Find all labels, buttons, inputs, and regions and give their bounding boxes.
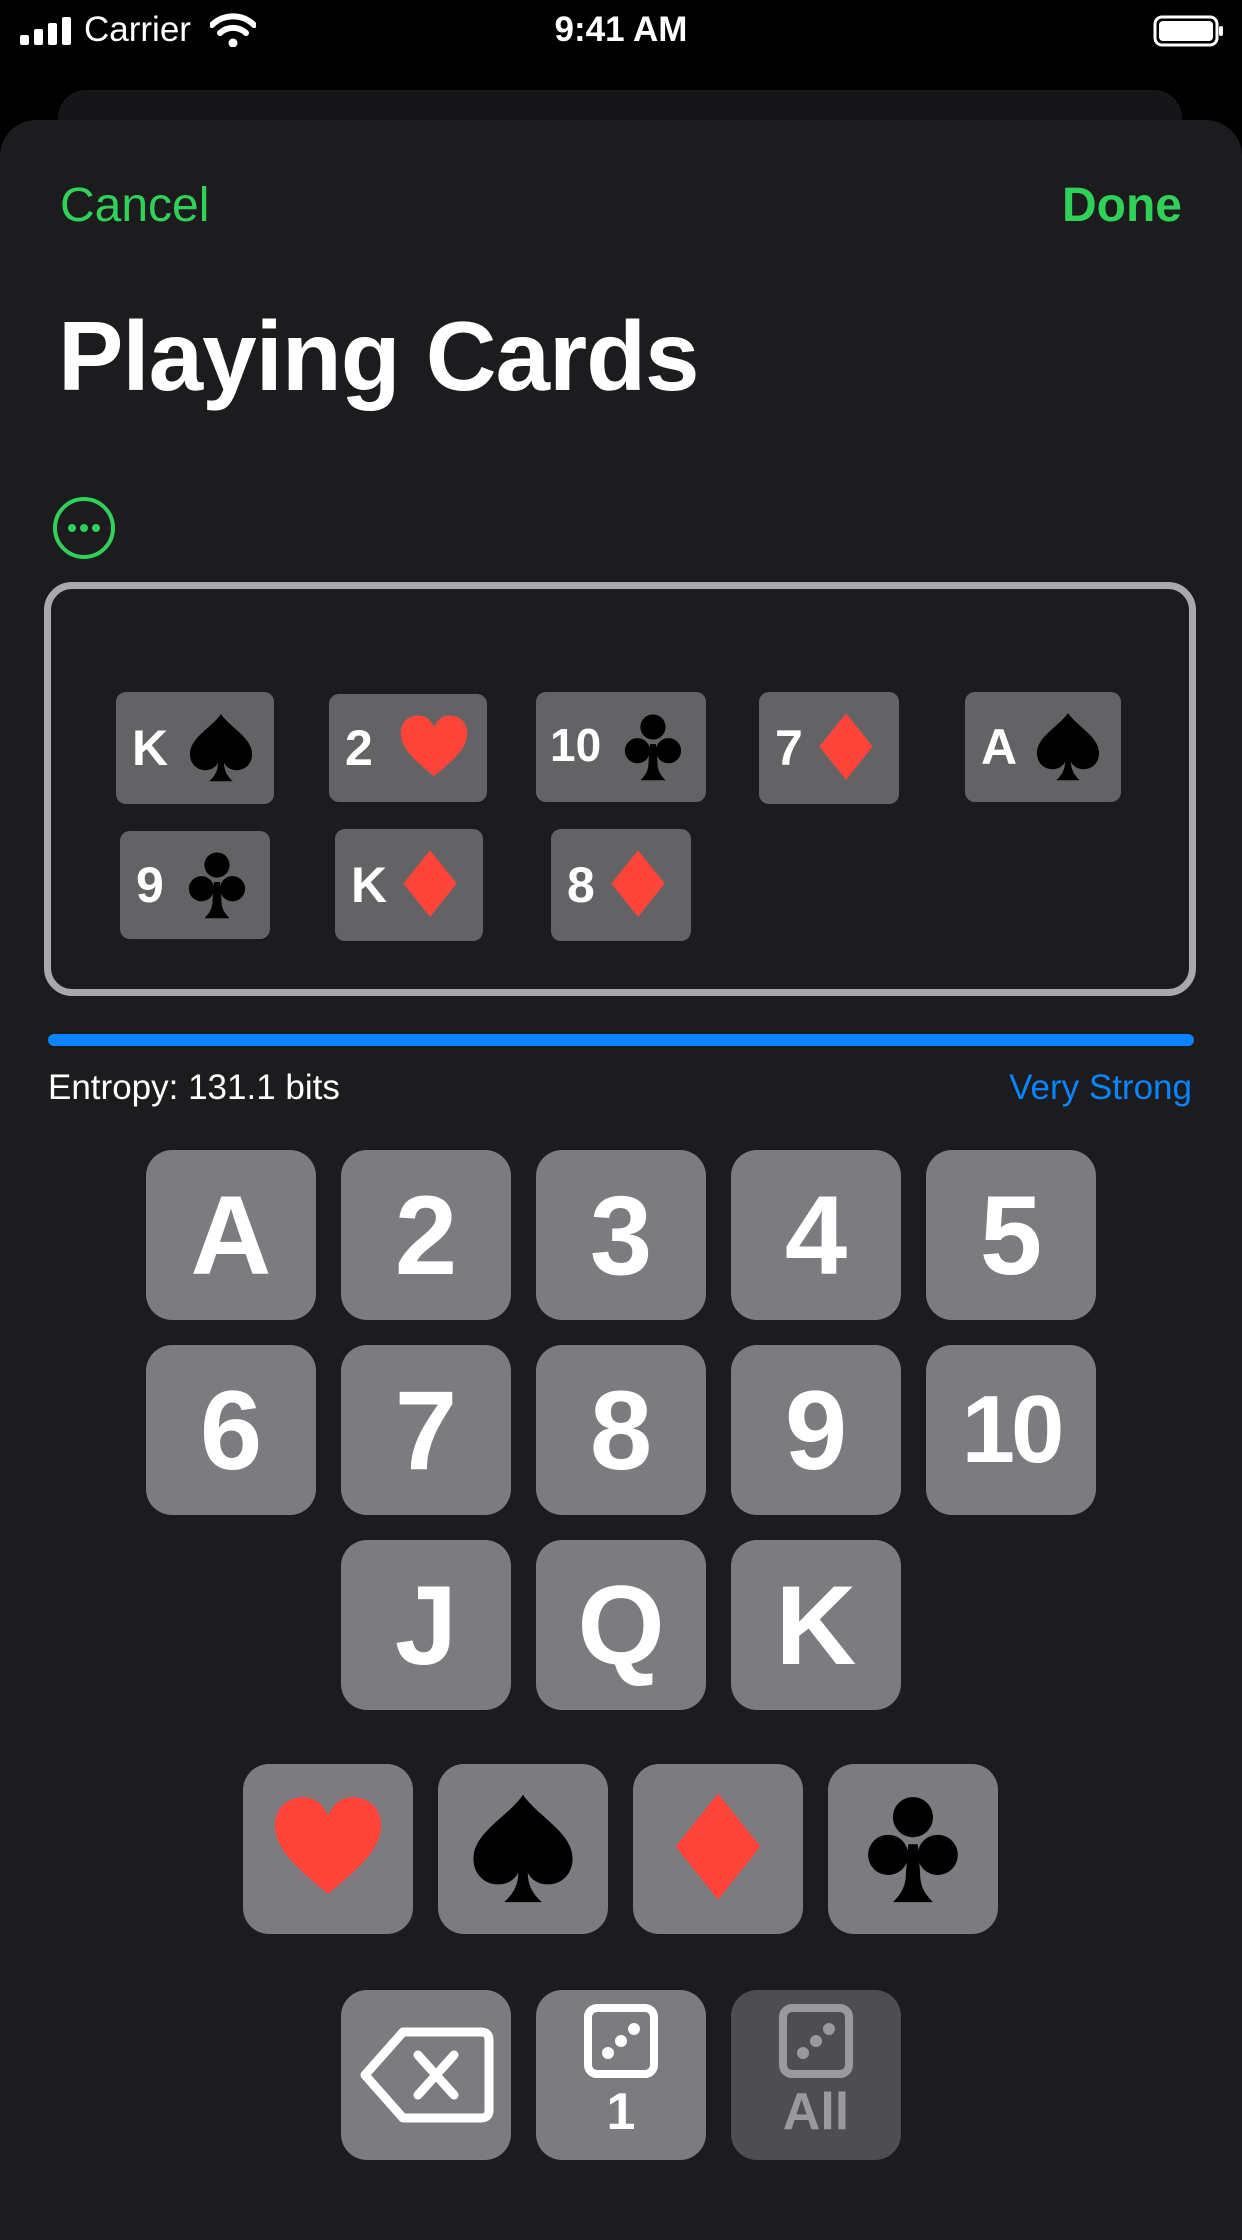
rank-key-10[interactable]: 10 (926, 1345, 1096, 1515)
diamond-icon (611, 850, 665, 917)
selected-card: 10 (536, 692, 706, 802)
rank-key-k[interactable]: K (731, 1540, 901, 1710)
heart-icon (400, 715, 468, 777)
spade-icon (1036, 712, 1100, 781)
diamond-icon (403, 850, 457, 917)
rank-key-4[interactable]: 4 (731, 1150, 901, 1320)
rank-key-7[interactable]: 7 (341, 1345, 511, 1515)
rank-key-q[interactable]: Q (536, 1540, 706, 1710)
delete-button[interactable] (341, 1990, 511, 2160)
battery-icon (1153, 15, 1223, 47)
rank-key-j[interactable]: J (341, 1540, 511, 1710)
club-key[interactable] (828, 1764, 998, 1934)
card-rank: A (981, 719, 1018, 775)
card-rank: K (132, 720, 169, 776)
club-icon (188, 852, 246, 919)
card-rank: K (351, 857, 388, 913)
card-rank: 9 (136, 857, 164, 913)
page-title: Playing Cards (58, 301, 700, 411)
selected-card: K (116, 692, 274, 804)
selected-card: 9 (120, 831, 270, 939)
strength-label: Very Strong (1009, 1068, 1192, 1107)
entropy-label: Entropy: 131.1 bits (48, 1068, 340, 1107)
selected-cards-list: K 2 10 7 A 9 K 8 (51, 589, 1189, 989)
entropy-strength-bar (48, 1034, 1194, 1046)
selected-card: K (335, 829, 483, 941)
diamond-icon (819, 713, 873, 780)
cancel-button[interactable]: Cancel (60, 178, 209, 233)
selected-card: 8 (551, 829, 691, 941)
roll-one-label: 1 (606, 2083, 636, 2141)
card-rank: 2 (345, 720, 373, 776)
diamond-key[interactable] (633, 1764, 803, 1934)
more-options-icon[interactable] (52, 496, 116, 560)
rank-key-5[interactable]: 5 (926, 1150, 1096, 1320)
club-icon (868, 1797, 958, 1903)
diamond-icon (675, 1793, 761, 1900)
club-icon (624, 714, 682, 781)
status-bar: Carrier 9:41 AM (0, 0, 1242, 62)
rank-key-6[interactable]: 6 (146, 1345, 316, 1515)
done-button[interactable]: Done (1062, 178, 1182, 233)
heart-key[interactable] (243, 1764, 413, 1934)
heart-icon (274, 1797, 382, 1894)
rank-key-a[interactable]: A (146, 1150, 316, 1320)
delete-left-icon (360, 2027, 494, 2123)
spade-key[interactable] (438, 1764, 608, 1934)
rank-key-8[interactable]: 8 (536, 1345, 706, 1515)
rank-key-3[interactable]: 3 (536, 1150, 706, 1320)
roll-all-button[interactable]: All (731, 1990, 901, 2160)
roll-one-button[interactable]: 1 (536, 1990, 706, 2160)
spade-icon (189, 713, 253, 782)
card-rank: 8 (567, 857, 595, 913)
selected-card: 7 (759, 692, 899, 804)
rank-key-9[interactable]: 9 (731, 1345, 901, 1515)
spade-icon (473, 1794, 573, 1903)
selected-card: A (965, 692, 1121, 802)
card-rank: 7 (775, 720, 803, 776)
card-rank: 10 (550, 719, 602, 771)
rank-key-2[interactable]: 2 (341, 1150, 511, 1320)
selected-card: 2 (329, 694, 487, 802)
status-time: 9:41 AM (554, 10, 688, 49)
roll-all-label: All (782, 2083, 850, 2141)
selected-cards-box[interactable]: K 2 10 7 A 9 K 8 (44, 582, 1196, 996)
